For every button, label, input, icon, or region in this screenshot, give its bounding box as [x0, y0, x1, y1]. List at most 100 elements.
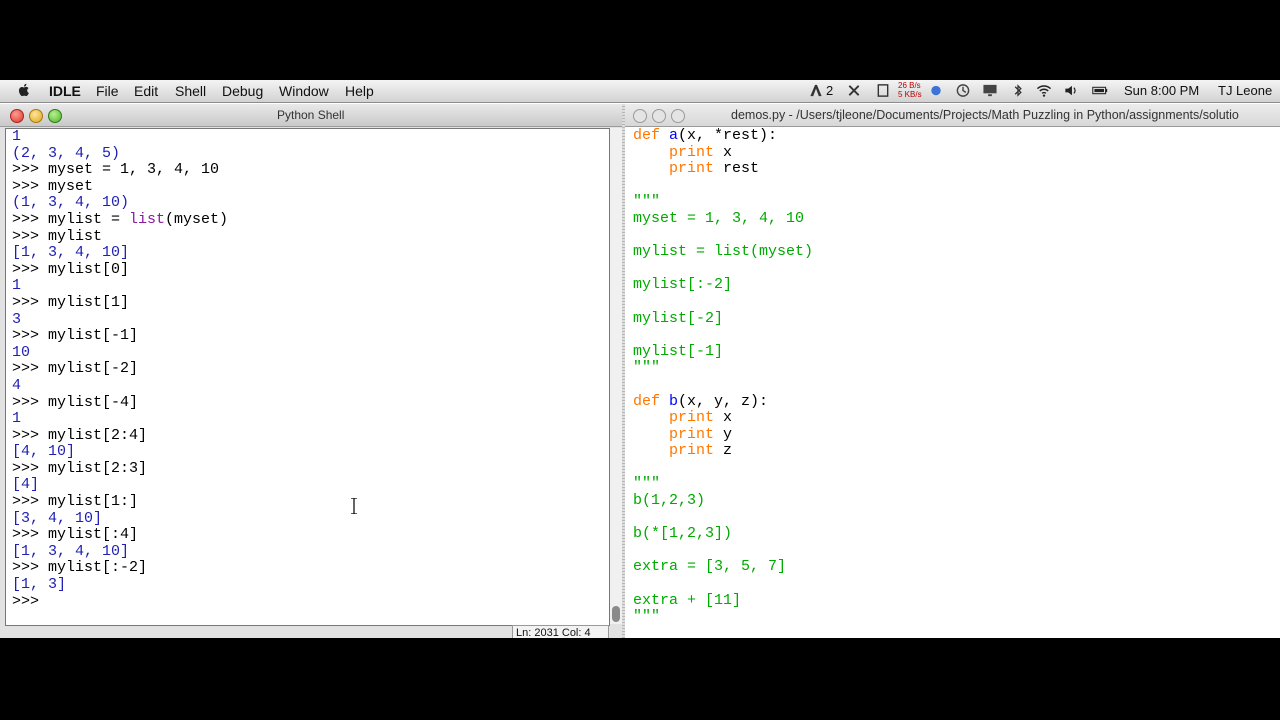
- shell-scrollbar[interactable]: [610, 128, 622, 624]
- editor-code-line: print x: [669, 143, 733, 161]
- shell-output-line: [4, 10]: [12, 443, 76, 461]
- editor-code-line: mylist = list(myset): [633, 243, 814, 261]
- network-speed: 26 B/s 5 KB/s: [898, 81, 922, 99]
- editor-code-line: def a(x, *rest):: [633, 128, 778, 144]
- battery-icon[interactable]: [1092, 83, 1108, 98]
- editor-code-line: mylist[:-2]: [633, 276, 733, 294]
- editor-code-line: b(1,2,3): [633, 492, 706, 510]
- editor-code-line: def b(x, y, z):: [633, 392, 769, 410]
- editor-title-bar[interactable]: demos.py - /Users/tjleone/Documents/Proj…: [625, 104, 1280, 127]
- menu-window[interactable]: Window: [279, 83, 329, 99]
- shell-window-title: Python Shell: [277, 108, 345, 122]
- shell-output-line: 10: [12, 343, 31, 361]
- shell-output-line: 1: [12, 277, 22, 295]
- editor-minimize-button[interactable]: [652, 109, 666, 123]
- editor-code-line: extra = [3, 5, 7]: [633, 558, 787, 576]
- editor-code-line: print x: [669, 409, 733, 427]
- menu-help[interactable]: Help: [345, 83, 374, 99]
- shell-output-line: [4]: [12, 476, 40, 494]
- python-shell-window: Python Shell 1 (2, 3, 4, 5) >>> myset = 1,…: [0, 104, 625, 638]
- editor-code-line: """: [633, 608, 661, 626]
- shell-output-line: (2, 3, 4, 5): [12, 144, 121, 162]
- editor-code-line: extra + [11]: [633, 591, 742, 609]
- minimize-button[interactable]: [29, 109, 43, 123]
- shell-output-line: [3, 4, 10]: [12, 509, 103, 527]
- editor-source: def a(x, *rest): print x print rest """ my…: [633, 128, 1280, 626]
- shell-output-line: [1, 3, 4, 10]: [12, 542, 130, 560]
- shell-input-line: >>> mylist[2:4]: [12, 426, 148, 444]
- menu-file[interactable]: File: [96, 83, 119, 99]
- shell-output-line: [1, 3]: [12, 576, 67, 594]
- editor-zoom-button[interactable]: [671, 109, 685, 123]
- shell-input-line: >>> mylist = list(myset): [12, 210, 229, 228]
- editor-code-line: """: [633, 359, 661, 377]
- time-machine-icon[interactable]: [955, 83, 971, 98]
- editor-code-line: [633, 460, 1280, 477]
- shell-output-area[interactable]: 1 (2, 3, 4, 5) >>> myset = 1, 3, 4, 10 >>> …: [5, 128, 610, 626]
- zoom-button[interactable]: [48, 109, 62, 123]
- menu-bar: IDLE File Edit Shell Debug Window Help 2…: [0, 80, 1280, 103]
- shell-output-line: (1, 3, 4, 10): [12, 194, 130, 212]
- shell-input-line: >>> myset: [12, 177, 94, 195]
- editor-code-line: [633, 294, 1280, 311]
- editor-code-line: myset = 1, 3, 4, 10: [633, 209, 805, 227]
- editor-code-line: [633, 576, 1280, 593]
- shell-input-line: >>> mylist[-1]: [12, 327, 139, 345]
- adobe-badge-count: 2: [826, 83, 834, 98]
- shell-output-line: 1: [12, 128, 22, 145]
- clock[interactable]: Sun 8:00 PM: [1124, 83, 1199, 98]
- editor-code-line: [633, 510, 1280, 527]
- editor-code-line: [633, 377, 1280, 394]
- shell-input-line: >>> myset = 1, 3, 4, 10: [12, 161, 220, 179]
- menu-app-name[interactable]: IDLE: [49, 83, 81, 99]
- editor-code-line: b(*[1,2,3]): [633, 525, 733, 543]
- scrollbar-thumb[interactable]: [612, 606, 620, 622]
- shell-output-line: 3: [12, 310, 22, 328]
- shell-input-line: >>> mylist[1]: [12, 293, 130, 311]
- shell-input-line: >>> mylist[:-2]: [12, 559, 148, 577]
- editor-close-button[interactable]: [633, 109, 647, 123]
- menu-edit[interactable]: Edit: [134, 83, 158, 99]
- ibeam-cursor-icon: [351, 498, 357, 514]
- menu-debug[interactable]: Debug: [222, 83, 263, 99]
- shell-input-line: >>> mylist[-4]: [12, 393, 139, 411]
- menu-shell[interactable]: Shell: [175, 83, 206, 99]
- shell-output-line: 4: [12, 376, 22, 394]
- editor-code-line: [633, 178, 1280, 195]
- shell-input-line: >>> mylist[:4]: [12, 526, 139, 544]
- scissors-icon[interactable]: [846, 83, 862, 98]
- shell-title-bar[interactable]: Python Shell: [0, 104, 624, 127]
- editor-code-line: [633, 261, 1280, 278]
- bluetooth-icon[interactable]: [1010, 83, 1026, 98]
- blue-dot-icon[interactable]: [928, 83, 944, 98]
- display-icon[interactable]: [982, 83, 998, 98]
- shell-output-line: 1: [12, 410, 22, 428]
- editor-text-area[interactable]: def a(x, *rest): print x print rest """ my…: [633, 128, 1280, 638]
- clipboard-icon[interactable]: [875, 83, 891, 98]
- close-button[interactable]: [10, 109, 24, 123]
- shell-input-line: >>> mylist[1:]: [12, 493, 139, 511]
- shell-input-line: >>> mylist: [12, 227, 103, 245]
- volume-icon[interactable]: [1063, 83, 1079, 98]
- editor-window-title: demos.py - /Users/tjleone/Documents/Proj…: [731, 108, 1239, 122]
- shell-input-line: >>> mylist[0]: [12, 260, 130, 278]
- adobe-icon[interactable]: [808, 83, 824, 98]
- editor-code-line: """: [633, 475, 661, 493]
- wifi-icon[interactable]: [1036, 83, 1052, 98]
- line-col-status: Ln: 2031 Col: 4: [512, 625, 609, 638]
- shell-input-line: >>>: [12, 592, 49, 610]
- shell-input-line: >>> mylist[-2]: [12, 360, 139, 378]
- editor-window: demos.py - /Users/tjleone/Documents/Proj…: [625, 104, 1280, 638]
- editor-code-line: mylist[-2]: [633, 309, 724, 327]
- editor-code-line: [633, 228, 1280, 245]
- user-name[interactable]: TJ Leone: [1218, 83, 1272, 98]
- apple-icon[interactable]: [16, 82, 32, 98]
- editor-code-line: """: [633, 193, 661, 211]
- editor-code-line: print z: [669, 442, 733, 460]
- shell-transcript: 1 (2, 3, 4, 5) >>> myset = 1, 3, 4, 10 >>> …: [6, 129, 609, 610]
- editor-code-line: [633, 543, 1280, 560]
- shell-input-line: >>> mylist[2:3]: [12, 459, 148, 477]
- shell-output-line: [1, 3, 4, 10]: [12, 244, 130, 262]
- editor-code-line: mylist[-1]: [633, 342, 724, 360]
- editor-code-line: print rest: [669, 160, 760, 178]
